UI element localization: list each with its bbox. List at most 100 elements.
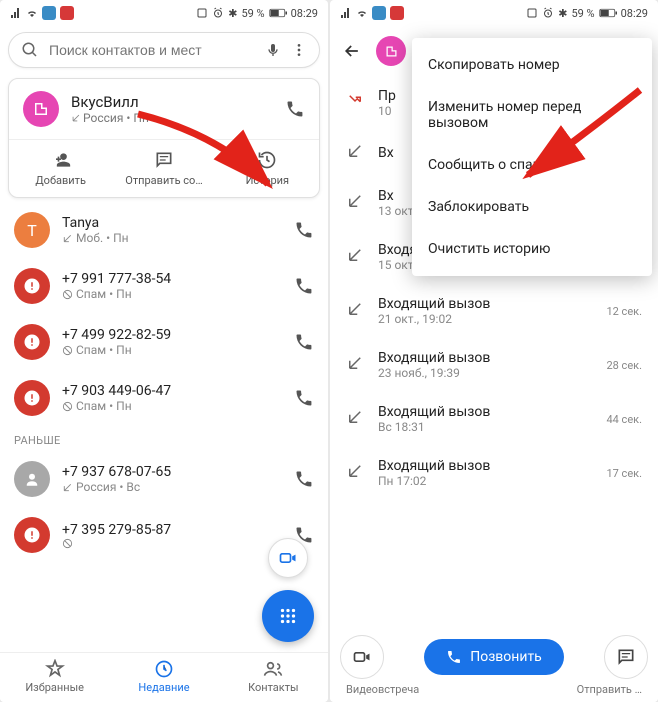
- call-avatar: [14, 517, 50, 553]
- battery-icon: [269, 8, 287, 18]
- call-sub: [62, 538, 282, 549]
- call-sub: Моб. • Пн: [62, 231, 282, 245]
- detail-avatar: [376, 36, 406, 66]
- history-sub: 21 окт., 19:02: [378, 312, 592, 326]
- signal-icon: [10, 7, 22, 19]
- history-title: Входящий вызов: [378, 404, 592, 420]
- nav-recent[interactable]: Недавние: [109, 653, 218, 702]
- call-sub: Россия • Вс: [62, 480, 282, 494]
- history-duration: 12 сек.: [606, 305, 642, 318]
- incoming-call-icon: [346, 408, 364, 430]
- history-sub: Пн 17:02: [378, 474, 592, 488]
- call-icon[interactable]: [294, 388, 314, 408]
- add-contact-button[interactable]: Добавить: [9, 140, 112, 197]
- status-time: 08:29: [291, 7, 318, 20]
- bluetooth-icon: ✱: [558, 7, 567, 20]
- call-icon[interactable]: [294, 332, 314, 352]
- call-icon[interactable]: [294, 276, 314, 296]
- call-title: +7 395 279-85-87: [62, 522, 282, 538]
- call-title: Tanya: [62, 215, 282, 231]
- contact-name: ВкусВилл: [71, 93, 273, 111]
- call-title: +7 903 449-06-47: [62, 383, 282, 399]
- telegram-icon: [42, 6, 56, 20]
- menu-item[interactable]: Очистить историю: [412, 228, 652, 270]
- send-message-button[interactable]: [604, 635, 648, 679]
- call-icon[interactable]: [294, 220, 314, 240]
- call-icon[interactable]: [285, 99, 305, 119]
- status-right: ✱ 59 % 08:29: [196, 7, 318, 20]
- alarm-icon: [212, 7, 224, 19]
- call-item[interactable]: +7 991 777-38-54 Спам • Пн: [0, 258, 328, 314]
- call-item[interactable]: +7 903 449-06-47 Спам • Пн: [0, 370, 328, 426]
- call-title: +7 499 922-82-59: [62, 327, 282, 343]
- back-icon[interactable]: [342, 41, 362, 61]
- dialpad-fab[interactable]: [262, 590, 314, 642]
- menu-item[interactable]: Сообщить о спаме: [412, 144, 652, 186]
- message-button[interactable]: Отправить со…: [112, 140, 215, 197]
- menu-item[interactable]: Заблокировать: [412, 186, 652, 228]
- battery-percent: 59 %: [241, 7, 264, 20]
- history-sub: 23 нояб., 19:39: [378, 366, 592, 380]
- card-top[interactable]: ВкусВилл Россия • Пн: [9, 79, 319, 139]
- call-item[interactable]: +7 499 922-82-59 Спам • Пн: [0, 314, 328, 370]
- action-bar: Позвонить Видеовстреча Отправить …: [330, 627, 658, 702]
- search-bar[interactable]: [8, 32, 320, 68]
- menu-item[interactable]: Изменить номер перед вызовом: [412, 86, 652, 144]
- history-button[interactable]: История: [216, 140, 319, 197]
- alarm-icon: [542, 7, 554, 19]
- nfc-icon: [196, 7, 208, 19]
- card-actions: Добавить Отправить со… История: [9, 139, 319, 197]
- incoming-call-icon: [346, 462, 364, 484]
- call-item[interactable]: +7 937 678-07-65 Россия • Вс: [0, 451, 328, 507]
- recent-calls-list: T Tanya Моб. • Пн +7 991 777-38-54 Спам …: [0, 202, 328, 426]
- history-item[interactable]: Входящий вызов 21 окт., 19:02 12 сек.: [330, 284, 658, 338]
- contact-card: ВкусВилл Россия • Пн Добавить Отправить …: [8, 78, 320, 198]
- status-bar: ✱ 59 % 08:29: [330, 0, 658, 26]
- phone-left: ✱ 59 % 08:29 ВкусВилл Россия • Пн: [0, 0, 328, 702]
- battery-percent: 59 %: [571, 7, 594, 20]
- incoming-call-icon: [346, 246, 364, 268]
- video-label: Видеовстреча: [346, 683, 419, 696]
- history-item[interactable]: Входящий вызов Вс 18:31 44 сек.: [330, 392, 658, 446]
- nav-contacts[interactable]: Контакты: [219, 653, 328, 702]
- history-item[interactable]: Входящий вызов 23 нояб., 19:39 28 сек.: [330, 338, 658, 392]
- menu-item[interactable]: Скопировать номер: [412, 44, 652, 86]
- call-sub: Спам • Пн: [62, 287, 282, 301]
- history-title: Входящий вызов: [378, 296, 592, 312]
- phone-right: ✱ 59 % 08:29 Пр 10 Вх: [330, 0, 658, 702]
- call-sub: Спам • Пн: [62, 399, 282, 413]
- call-avatar: T: [14, 212, 50, 248]
- video-fab[interactable]: [268, 538, 308, 578]
- status-time: 08:29: [621, 7, 648, 20]
- contact-avatar: [23, 91, 59, 127]
- status-bar: ✱ 59 % 08:29: [0, 0, 328, 26]
- mic-icon[interactable]: [265, 42, 281, 58]
- bottom-nav: Избранные Недавние Контакты: [0, 652, 328, 702]
- telegram-icon: [372, 6, 386, 20]
- history-title: Входящий вызов: [378, 458, 592, 474]
- wifi-icon: [356, 7, 368, 19]
- history-duration: 28 сек.: [606, 359, 642, 372]
- status-left: [10, 6, 74, 20]
- app-icon: [390, 6, 404, 20]
- search-icon: [21, 41, 39, 59]
- call-icon[interactable]: [294, 469, 314, 489]
- call-avatar: [14, 268, 50, 304]
- outgoing-arrow-icon: [71, 113, 81, 123]
- call-button[interactable]: Позвонить: [424, 639, 564, 675]
- video-call-button[interactable]: [340, 635, 384, 679]
- call-avatar: [14, 461, 50, 497]
- call-avatar: [14, 324, 50, 360]
- nav-favorites[interactable]: Избранные: [0, 653, 109, 702]
- history-sub: Вс 18:31: [378, 420, 592, 434]
- search-input[interactable]: [49, 42, 255, 58]
- incoming-call-icon: [346, 354, 364, 376]
- missed-call-icon: [346, 92, 364, 114]
- app-icon: [60, 6, 74, 20]
- history-item[interactable]: Входящий вызов Пн 17:02 17 сек.: [330, 446, 658, 500]
- call-item[interactable]: T Tanya Моб. • Пн: [0, 202, 328, 258]
- more-icon[interactable]: [291, 42, 307, 58]
- incoming-call-icon: [346, 300, 364, 322]
- call-sub: Спам • Пн: [62, 343, 282, 357]
- call-title: +7 991 777-38-54: [62, 271, 282, 287]
